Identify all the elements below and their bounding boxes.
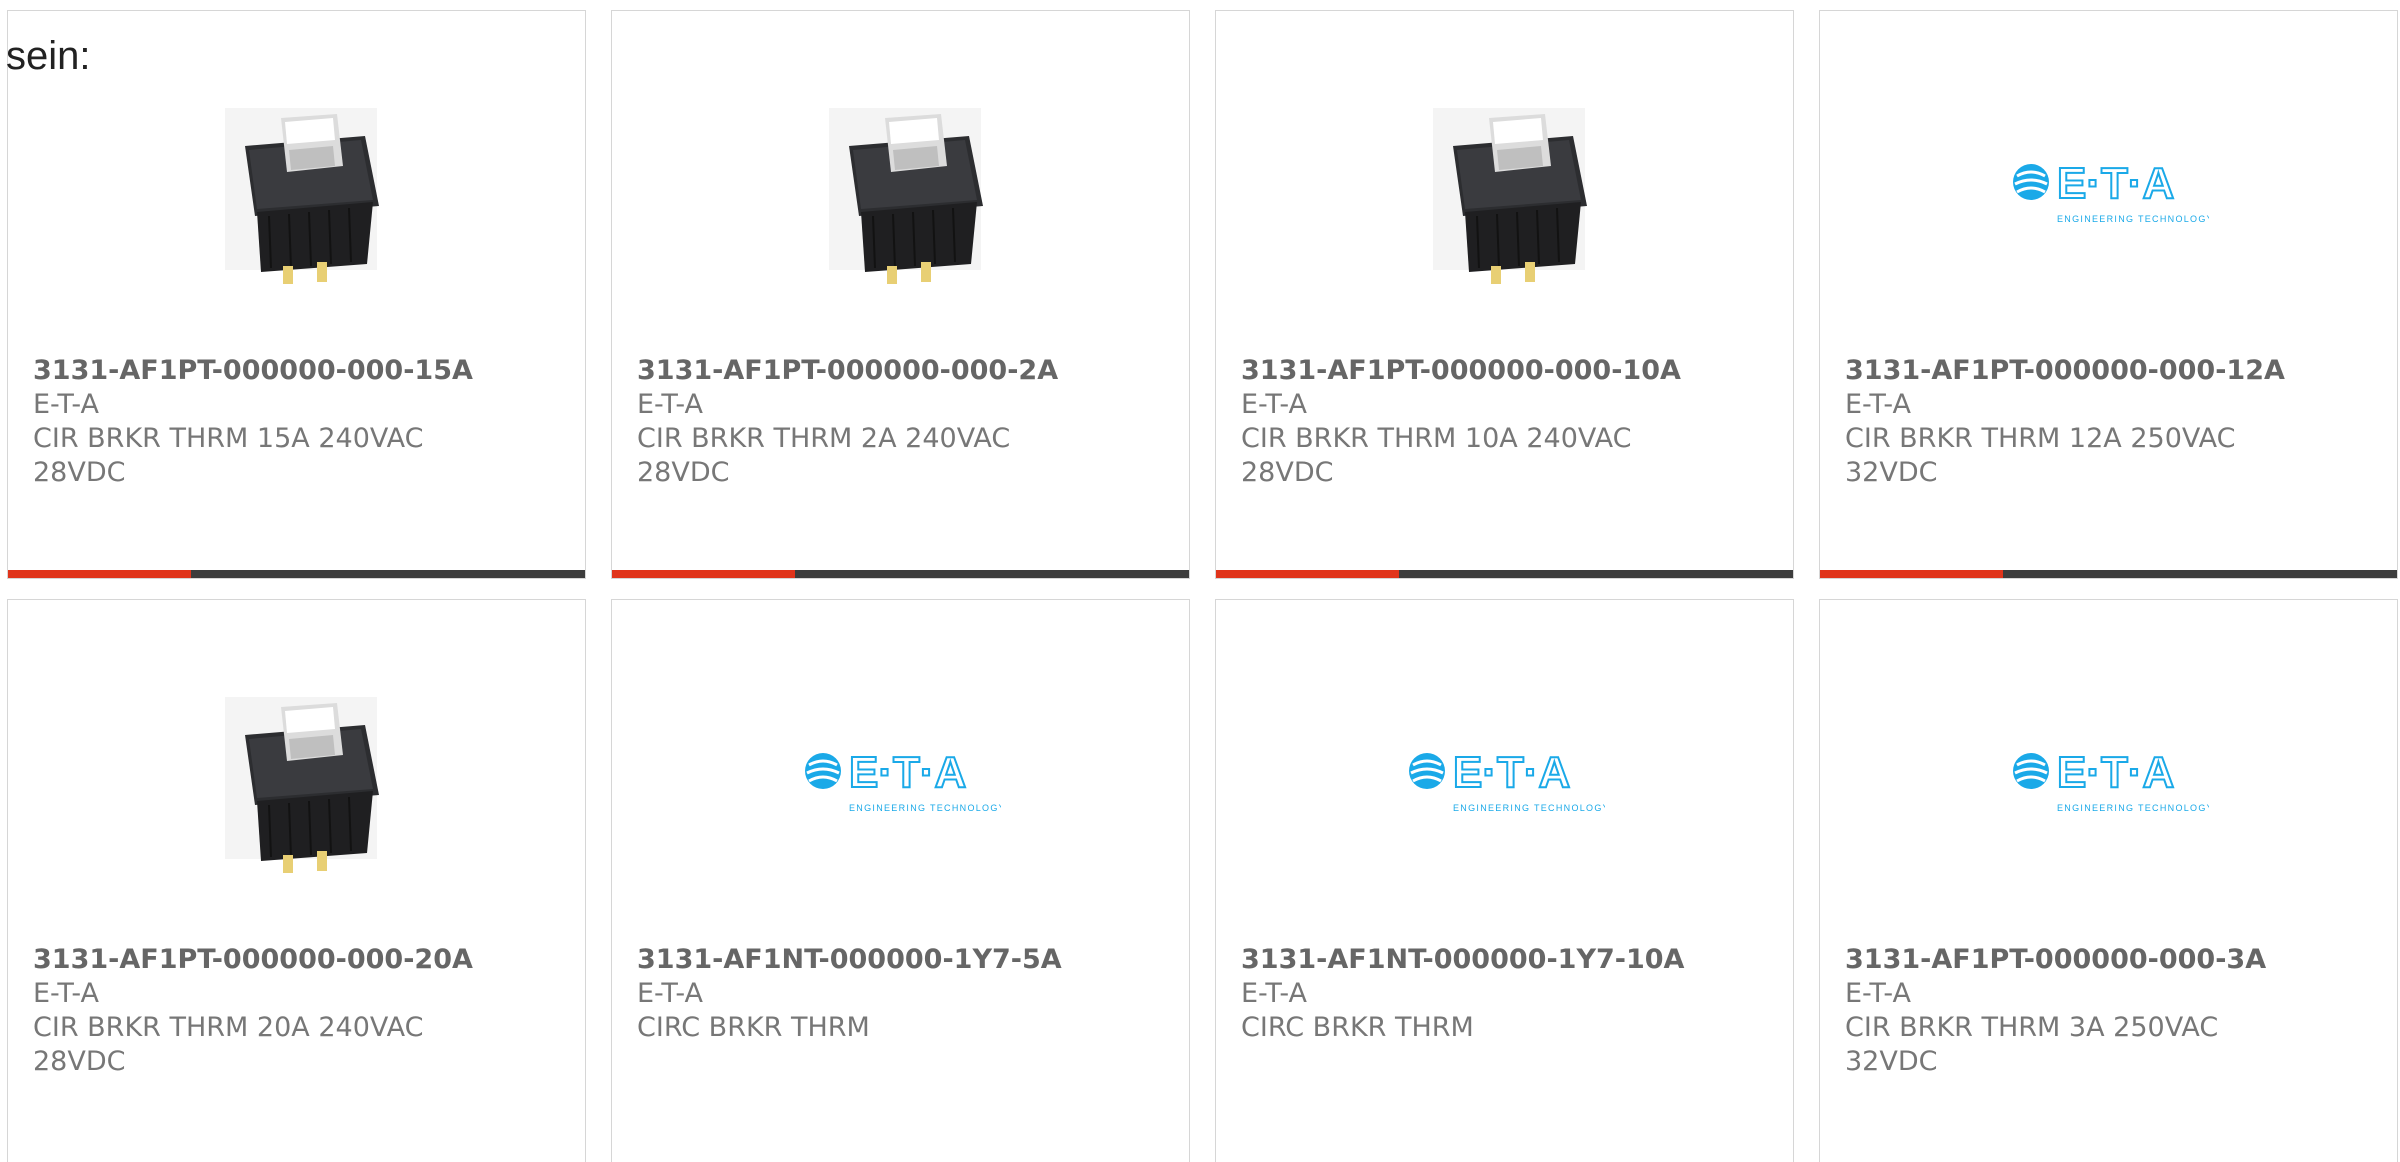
description-cont: 28VDC xyxy=(33,1046,126,1077)
product-image: E·T·A ENGINEERING TECHNOLOGY xyxy=(1820,83,2397,293)
product-image: E·T·A ENGINEERING TECHNOLOGY xyxy=(612,672,1189,882)
product-card[interactable]: E·T·A ENGINEERING TECHNOLOGY 3131-AF1PT-… xyxy=(1819,599,2398,1162)
description-cont: 28VDC xyxy=(33,457,126,488)
part-number[interactable]: 3131-AF1NT-000000-1Y7-5A xyxy=(637,943,1169,977)
svg-text:ENGINEERING TECHNOLOGY: ENGINEERING TECHNOLOGY xyxy=(1453,803,1605,813)
manufacturer: E-T-A xyxy=(637,978,703,1009)
product-card[interactable]: 3131-AF1PT-000000-000-2A E-T-A CIR BRKR … xyxy=(611,10,1190,579)
eta-logo-icon: E·T·A ENGINEERING TECHNOLOGY xyxy=(804,747,1001,813)
card-bottom-bar xyxy=(1820,570,2397,578)
card-bottom-bar xyxy=(1216,570,1793,578)
part-number[interactable]: 3131-AF1PT-000000-000-3A xyxy=(1845,943,2377,977)
manufacturer: E-T-A xyxy=(1845,978,1911,1009)
description: CIR BRKR THRM 10A 240VAC xyxy=(1241,423,1632,454)
circuit-breaker-photo-icon xyxy=(224,108,379,284)
circuit-breaker-photo-icon xyxy=(1432,108,1587,284)
description: CIR BRKR THRM 2A 240VAC xyxy=(637,423,1011,454)
intro-text: sein: xyxy=(6,34,91,78)
description: CIR BRKR THRM 20A 240VAC xyxy=(33,1012,424,1043)
card-accent xyxy=(612,570,795,578)
part-number[interactable]: 3131-AF1NT-000000-1Y7-10A xyxy=(1241,943,1773,977)
product-info: 3131-AF1PT-000000-000-10A E-T-A CIR BRKR… xyxy=(1241,354,1773,490)
card-bottom-bar xyxy=(8,570,585,578)
manufacturer: E-T-A xyxy=(33,389,99,420)
product-image xyxy=(8,83,585,293)
card-bottom-bar xyxy=(612,570,1189,578)
circuit-breaker-photo-icon xyxy=(224,697,379,873)
manufacturer: E-T-A xyxy=(33,978,99,1009)
product-info: 3131-AF1NT-000000-1Y7-10A E-T-A CIRC BRK… xyxy=(1241,943,1773,1045)
product-card[interactable]: 3131-AF1PT-000000-000-20A E-T-A CIR BRKR… xyxy=(7,599,586,1162)
svg-text:E·T·A: E·T·A xyxy=(2057,159,2174,208)
product-image: E·T·A ENGINEERING TECHNOLOGY xyxy=(1216,672,1793,882)
svg-text:E·T·A: E·T·A xyxy=(849,748,966,797)
description: CIR BRKR THRM 12A 250VAC xyxy=(1845,423,2236,454)
manufacturer: E-T-A xyxy=(1845,389,1911,420)
product-info: 3131-AF1PT-000000-000-12A E-T-A CIR BRKR… xyxy=(1845,354,2377,490)
part-number[interactable]: 3131-AF1PT-000000-000-10A xyxy=(1241,354,1773,388)
product-info: 3131-AF1NT-000000-1Y7-5A E-T-A CIRC BRKR… xyxy=(637,943,1169,1045)
eta-logo-icon: E·T·A ENGINEERING TECHNOLOGY xyxy=(2012,158,2209,224)
part-number[interactable]: 3131-AF1PT-000000-000-12A xyxy=(1845,354,2377,388)
product-card[interactable]: E·T·A ENGINEERING TECHNOLOGY 3131-AF1NT-… xyxy=(611,599,1190,1162)
product-image: E·T·A ENGINEERING TECHNOLOGY xyxy=(1820,672,2397,882)
description: CIR BRKR THRM 3A 250VAC xyxy=(1845,1012,2219,1043)
card-accent xyxy=(1216,570,1399,578)
manufacturer: E-T-A xyxy=(1241,978,1307,1009)
product-image xyxy=(612,83,1189,293)
part-number[interactable]: 3131-AF1PT-000000-000-20A xyxy=(33,943,565,977)
product-grid: 3131-AF1PT-000000-000-15A E-T-A CIR BRKR… xyxy=(7,10,2398,1162)
part-number[interactable]: 3131-AF1PT-000000-000-15A xyxy=(33,354,565,388)
description-cont: 32VDC xyxy=(1845,457,1938,488)
svg-text:E·T·A: E·T·A xyxy=(2057,748,2174,797)
product-info: 3131-AF1PT-000000-000-20A E-T-A CIR BRKR… xyxy=(33,943,565,1079)
product-card[interactable]: 3131-AF1PT-000000-000-10A E-T-A CIR BRKR… xyxy=(1215,10,1794,579)
part-number[interactable]: 3131-AF1PT-000000-000-2A xyxy=(637,354,1169,388)
product-image xyxy=(8,672,585,882)
product-info: 3131-AF1PT-000000-000-2A E-T-A CIR BRKR … xyxy=(637,354,1169,490)
description: CIRC BRKR THRM xyxy=(1241,1012,1474,1043)
product-card[interactable]: E·T·A ENGINEERING TECHNOLOGY 3131-AF1NT-… xyxy=(1215,599,1794,1162)
svg-text:ENGINEERING TECHNOLOGY: ENGINEERING TECHNOLOGY xyxy=(2057,214,2209,224)
description-cont: 28VDC xyxy=(637,457,730,488)
eta-logo-icon: E·T·A ENGINEERING TECHNOLOGY xyxy=(1408,747,1605,813)
description: CIRC BRKR THRM xyxy=(637,1012,870,1043)
product-info: 3131-AF1PT-000000-000-15A E-T-A CIR BRKR… xyxy=(33,354,565,490)
description-cont: 28VDC xyxy=(1241,457,1334,488)
card-accent xyxy=(1820,570,2003,578)
product-image xyxy=(1216,83,1793,293)
product-card[interactable]: E·T·A ENGINEERING TECHNOLOGY 3131-AF1PT-… xyxy=(1819,10,2398,579)
eta-logo-icon: E·T·A ENGINEERING TECHNOLOGY xyxy=(2012,747,2209,813)
description-cont: 32VDC xyxy=(1845,1046,1938,1077)
description: CIR BRKR THRM 15A 240VAC xyxy=(33,423,424,454)
svg-text:ENGINEERING TECHNOLOGY: ENGINEERING TECHNOLOGY xyxy=(2057,803,2209,813)
svg-text:E·T·A: E·T·A xyxy=(1453,748,1570,797)
circuit-breaker-photo-icon xyxy=(828,108,983,284)
manufacturer: E-T-A xyxy=(637,389,703,420)
product-info: 3131-AF1PT-000000-000-3A E-T-A CIR BRKR … xyxy=(1845,943,2377,1079)
manufacturer: E-T-A xyxy=(1241,389,1307,420)
svg-text:ENGINEERING TECHNOLOGY: ENGINEERING TECHNOLOGY xyxy=(849,803,1001,813)
card-accent xyxy=(8,570,191,578)
product-card[interactable]: 3131-AF1PT-000000-000-15A E-T-A CIR BRKR… xyxy=(7,10,586,579)
